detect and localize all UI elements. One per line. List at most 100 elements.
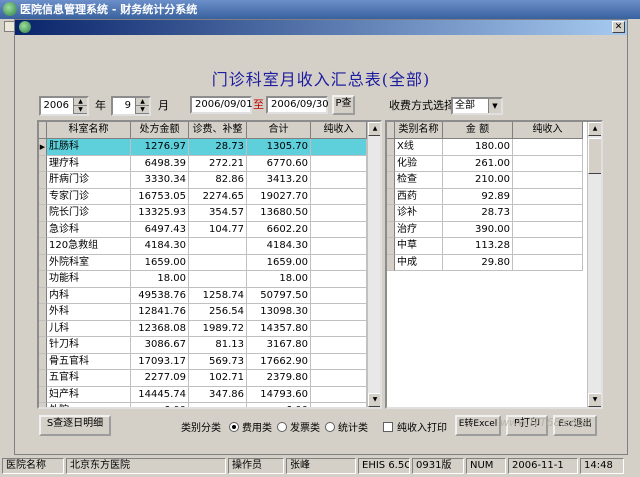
radio-fee-category[interactable]: 费用类 [229,422,272,435]
table-cell[interactable]: 29.80 [443,254,513,271]
table-cell[interactable]: 中草 [395,238,443,255]
table-row[interactable]: 检查 210.00 [387,172,583,189]
radio-stat-category[interactable]: 统计类 [325,422,368,435]
table-cell[interactable]: 272.21 [189,155,247,172]
table-cell[interactable]: 18.00 [247,271,311,288]
table-row[interactable]: 五官科 2277.09 102.71 2379.80 [39,370,367,387]
table-cell[interactable]: 18.00 [131,271,189,288]
table-cell[interactable] [311,353,367,370]
year-spin-arrows[interactable]: ▲ ▼ [73,98,87,114]
table-cell[interactable] [311,155,367,172]
table-cell[interactable] [513,188,583,205]
table-cell[interactable] [513,254,583,271]
table-row[interactable]: 理疗科 6498.39 272.21 6770.60 [39,155,367,172]
table-cell[interactable]: 104.77 [189,221,247,238]
scroll-up-icon[interactable]: ▲ [588,122,601,136]
table-cell[interactable]: 1659.00 [247,254,311,271]
table-row[interactable]: 中草 113.28 [387,238,583,255]
spin-up-icon[interactable]: ▲ [136,98,149,106]
table-cell[interactable]: 4184.30 [131,238,189,255]
table-cell[interactable] [513,205,583,222]
table-cell[interactable] [311,370,367,387]
table-cell[interactable]: 专家门诊 [47,188,131,205]
table-cell[interactable]: 五官科 [47,370,131,387]
report-window-title-bar[interactable]: ✕ [15,20,627,35]
table-cell[interactable]: 12841.76 [131,304,189,321]
table-cell[interactable]: 1276.97 [131,139,189,156]
table-cell[interactable]: 3330.34 [131,172,189,189]
checkbox-box[interactable] [383,422,393,432]
table-cell[interactable]: 外院科室 [47,254,131,271]
table-cell[interactable]: 347.86 [189,386,247,403]
table-cell[interactable]: 2379.80 [247,370,311,387]
table-cell[interactable]: 6770.60 [247,155,311,172]
table-cell[interactable]: 4184.30 [247,238,311,255]
table-cell[interactable] [189,271,247,288]
table-cell[interactable]: 82.86 [189,172,247,189]
table-cell[interactable]: 92.89 [443,188,513,205]
table-cell[interactable] [513,139,583,156]
table-cell[interactable]: 诊补 [395,205,443,222]
spin-up-icon[interactable]: ▲ [74,98,87,106]
table-cell[interactable]: 180.00 [443,139,513,156]
table-cell[interactable]: 院长门诊 [47,205,131,222]
table-cell[interactable] [311,320,367,337]
table-cell[interactable]: 6.00 [247,403,311,407]
table-cell[interactable]: 569.73 [189,353,247,370]
table-cell[interactable]: 急诊科 [47,221,131,238]
table-cell[interactable]: 120急救组 [47,238,131,255]
table-cell[interactable]: 化验 [395,155,443,172]
table-cell[interactable] [513,238,583,255]
table-cell[interactable] [311,403,367,407]
scroll-down-icon[interactable]: ▼ [368,393,380,407]
table-row[interactable]: 肝病门诊 3330.34 82.86 3413.20 [39,172,367,189]
table-row[interactable]: 妇产科 14445.74 347.86 14793.60 [39,386,367,403]
table-row[interactable]: 院长门诊 13325.93 354.57 13680.50 [39,205,367,222]
table-row[interactable]: 化验 261.00 [387,155,583,172]
col-header[interactable]: 诊费、补整 [189,122,247,139]
table-cell[interactable]: 19027.70 [247,188,311,205]
table-cell[interactable]: 354.57 [189,205,247,222]
table-cell[interactable]: 妇产科 [47,386,131,403]
table-cell[interactable]: 81.13 [189,337,247,354]
table-cell[interactable]: 17662.90 [247,353,311,370]
table-cell[interactable]: 210.00 [443,172,513,189]
table-cell[interactable]: 1659.00 [131,254,189,271]
table-cell[interactable]: 3167.80 [247,337,311,354]
table-row[interactable]: 诊补 28.73 [387,205,583,222]
close-icon[interactable]: ✕ [612,21,625,33]
table-cell[interactable]: 13098.30 [247,304,311,321]
table-cell[interactable] [189,238,247,255]
table-cell[interactable] [311,386,367,403]
table-cell[interactable]: 3086.67 [131,337,189,354]
table-row[interactable]: 骨五官科 17093.17 569.73 17662.90 [39,353,367,370]
table-cell[interactable]: 17093.17 [131,353,189,370]
col-header[interactable]: 处方金额 [131,122,189,139]
table-cell[interactable]: 骨五官科 [47,353,131,370]
year-spinner[interactable]: 2006 ▲ ▼ [39,96,89,116]
table-row[interactable]: 120急救组 4184.30 4184.30 [39,238,367,255]
table-cell[interactable]: 256.54 [189,304,247,321]
table-cell[interactable]: 28.73 [189,139,247,156]
col-header[interactable]: 纯收入 [513,122,583,139]
table-cell[interactable]: 肛肠科 [47,139,131,156]
table-row[interactable]: 内科 49538.76 1258.74 50797.50 [39,287,367,304]
table-cell[interactable]: 13325.93 [131,205,189,222]
table-cell[interactable] [311,271,367,288]
date-from-field[interactable]: 2006/09/01 [190,96,253,114]
table-cell[interactable]: 外院 [47,403,131,407]
chevron-down-icon[interactable]: ▼ [488,99,501,113]
col-header[interactable]: 科室名称 [47,122,131,139]
table-cell[interactable]: 6602.20 [247,221,311,238]
daily-detail-button[interactable]: S查逐日明细 [39,415,111,436]
table-cell[interactable]: 肝病门诊 [47,172,131,189]
table-cell[interactable]: 治疗 [395,221,443,238]
export-excel-button[interactable]: E转Excel [455,415,501,436]
table-row[interactable]: 专家门诊 16753.05 2274.65 19027.70 [39,188,367,205]
table-cell[interactable] [311,221,367,238]
table-cell[interactable]: 261.00 [443,155,513,172]
table-cell[interactable] [311,238,367,255]
table-cell[interactable]: 390.00 [443,221,513,238]
spin-down-icon[interactable]: ▼ [74,106,87,114]
table-cell[interactable] [189,403,247,407]
